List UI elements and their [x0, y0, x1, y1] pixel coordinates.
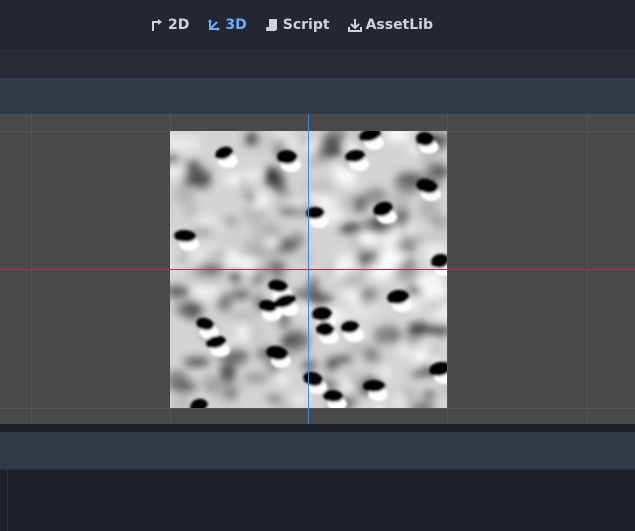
grid-line [0, 408, 635, 409]
noise-blob [214, 228, 241, 238]
bottom-panel-tabs [0, 432, 635, 469]
noise-blob [280, 336, 296, 347]
noise-blob [239, 176, 249, 195]
noise-blob [301, 251, 312, 266]
noise-blob [207, 249, 226, 264]
viewport-toolbar [0, 78, 635, 114]
noise-blob [311, 195, 338, 209]
noise-blob [286, 395, 308, 405]
tab-3d[interactable]: 3D [207, 17, 247, 33]
noise-blob [265, 166, 277, 187]
noise-blob [183, 357, 211, 367]
scene-tabs-bar [0, 51, 635, 78]
noise-blob [394, 205, 409, 227]
noise-blob [243, 169, 263, 179]
noise-blob [219, 363, 236, 383]
tab-script-label: Script [282, 17, 330, 33]
noise-blob [230, 383, 245, 393]
panel-divider [7, 470, 8, 531]
tab-2d[interactable]: 2D [150, 17, 189, 33]
noise-blob [226, 347, 249, 366]
panel-separator [0, 424, 635, 432]
noise-blob [301, 359, 318, 372]
noise-blob [183, 203, 198, 218]
noise-blob [239, 310, 257, 325]
noise-blob [407, 337, 432, 352]
noise-blob [243, 372, 269, 383]
noise-blob [339, 223, 366, 234]
noise-blob [308, 156, 326, 166]
2d-icon [150, 18, 164, 32]
noise-blob [311, 178, 336, 197]
noise-blob [407, 322, 430, 337]
workspace-switcher: 2D 3D Script AssetLib [150, 17, 451, 33]
noise-blob [231, 289, 251, 300]
noise-blob [332, 161, 348, 183]
tab-3d-label: 3D [225, 17, 247, 33]
noise-blob [263, 222, 282, 241]
noise-blob [363, 188, 388, 204]
noise-blob [373, 328, 395, 346]
assetlib-icon [347, 18, 362, 32]
noise-blob [244, 191, 257, 205]
noise-blob [407, 286, 423, 296]
x-axis-line [0, 269, 635, 270]
noise-blob [339, 269, 365, 290]
noise-blob [217, 291, 233, 313]
noise-blob [229, 269, 243, 284]
tab-assetlib-label: AssetLib [365, 17, 433, 33]
noise-blob [196, 215, 215, 226]
noise-blob [290, 231, 306, 249]
noise-blob [191, 282, 215, 301]
noise-blob [362, 222, 385, 232]
noise-blob [308, 276, 319, 291]
noise-spot [363, 380, 385, 392]
script-icon [265, 18, 279, 32]
noise-blob [236, 321, 249, 344]
noise-blob [245, 131, 259, 147]
tab-assetlib[interactable]: AssetLib [347, 17, 433, 33]
noise-blob [418, 197, 440, 220]
noise-blob [190, 169, 212, 189]
noise-blob [336, 354, 353, 364]
noise-blob [276, 372, 288, 385]
editor-top-bar: 2D 3D Script AssetLib [0, 0, 635, 51]
noise-blob [403, 259, 415, 268]
noise-blob [291, 345, 314, 358]
noise-blob [338, 377, 352, 395]
noise-blob [174, 302, 197, 316]
noise-blob [427, 231, 443, 245]
noise-blob [316, 142, 344, 159]
viewport[interactable] [0, 114, 635, 424]
noise-blob [278, 197, 306, 208]
tab-2d-label: 2D [168, 17, 190, 33]
bottom-panel [0, 469, 635, 531]
noise-blob [172, 186, 195, 205]
tab-script[interactable]: Script [265, 17, 330, 33]
noise-blob [239, 255, 257, 276]
noise-blob [378, 365, 392, 380]
noise-blob [399, 240, 416, 253]
noise-blob [252, 324, 263, 345]
noise-blob [267, 394, 281, 404]
noise-blob [294, 288, 306, 300]
noise-blob [208, 376, 222, 397]
noise-blob [260, 246, 281, 261]
3d-icon [207, 18, 221, 32]
noise-blob [296, 305, 315, 314]
noise-blob [369, 262, 393, 281]
noise-blob [335, 310, 353, 321]
